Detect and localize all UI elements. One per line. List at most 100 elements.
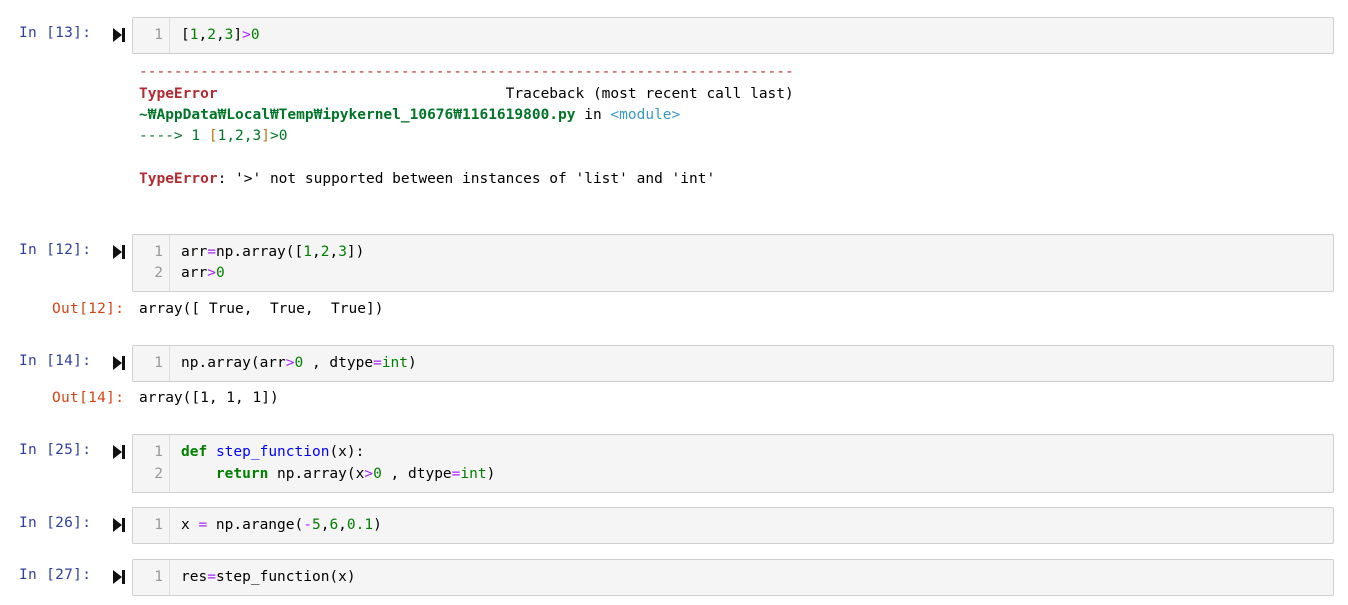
code-token: 1: [217, 128, 227, 144]
code-token: ,: [243, 128, 253, 144]
code-token: 0: [250, 27, 260, 43]
run-cell-icon[interactable]: [112, 569, 126, 585]
run-cell-icon[interactable]: [112, 355, 126, 371]
line-number: 2: [154, 466, 163, 482]
in-word: in: [575, 107, 611, 123]
code-token: =: [207, 244, 216, 260]
code-token: , dtype: [381, 466, 452, 482]
traceback-separator: ----------------------------------------…: [139, 64, 794, 80]
traceback-header: TypeError Traceback (most recent call la…: [139, 84, 794, 105]
code-token: ,: [215, 27, 225, 43]
code-editor[interactable]: 1 np.array(arr>0 , dtype=int): [132, 345, 1334, 382]
code-token: ]: [261, 128, 270, 144]
code-line: [1,2,3]>0: [181, 25, 260, 46]
code-token: res: [181, 569, 208, 585]
traceback-message: TypeError: '>' not supported between ins…: [139, 169, 715, 190]
final-error-name: TypeError: [139, 171, 218, 187]
code-token: 2: [235, 128, 244, 144]
code-editor[interactable]: 1 [1,2,3]>0: [132, 17, 1334, 54]
code-editor[interactable]: 1 arr=np.array([1,2,3]) 2 arr>0: [132, 234, 1334, 292]
code-token: np.array(x: [268, 466, 365, 482]
code-token: ,: [198, 27, 208, 43]
code-token: arr: [181, 265, 208, 281]
input-prompt: In [25]:: [19, 442, 92, 458]
traceback-label: Traceback (most recent call last): [217, 86, 794, 102]
code-token: =: [207, 569, 216, 585]
code-line: def step_function(x):: [181, 442, 364, 463]
code-token: 2: [207, 27, 216, 43]
output-prompt: Out[14]:: [52, 390, 125, 406]
code-token: x: [181, 517, 199, 533]
code-editor[interactable]: 1 x = np.arange(-5,6,0.1): [132, 507, 1334, 544]
code-line: x = np.arange(-5,6,0.1): [181, 515, 382, 536]
line-number: 1: [154, 355, 163, 371]
code-line: arr>0: [181, 263, 225, 284]
code-token: >: [269, 128, 279, 144]
line-number: 2: [154, 265, 163, 281]
error-message: : '>' not supported between instances of…: [217, 171, 716, 187]
code-token: 0: [278, 128, 288, 144]
code-line: res=step_function(x): [181, 567, 356, 588]
code-token: ,: [338, 517, 347, 533]
code-token: ): [408, 355, 417, 371]
code-token: np.array(arr: [181, 355, 286, 371]
cell-output: array([1, 1, 1]): [139, 390, 279, 406]
code-editor[interactable]: 1 def step_function(x): 2 return np.arra…: [132, 434, 1334, 493]
code-token: ): [486, 466, 496, 482]
code-token: >: [285, 355, 295, 371]
code-editor[interactable]: 1 res=step_function(x): [132, 559, 1334, 596]
code-token: =: [198, 517, 208, 533]
code-token: >: [207, 265, 216, 281]
code-token: [: [208, 128, 218, 144]
code-token: def: [181, 444, 208, 460]
code-token: [: [181, 27, 190, 43]
code-token: int: [381, 355, 409, 371]
traceback-arrow-line: ----> 1 [1,2,3]>0: [139, 126, 287, 147]
run-cell-icon[interactable]: [112, 244, 126, 260]
code-token: ,: [226, 128, 236, 144]
code-token: 3: [252, 128, 262, 144]
code-token: 1: [303, 244, 312, 260]
run-cell-icon[interactable]: [112, 27, 126, 43]
output-prompt: Out[12]:: [52, 301, 125, 317]
run-cell-icon[interactable]: [112, 444, 126, 460]
code-token: ,: [329, 244, 339, 260]
input-prompt: In [13]:: [19, 25, 92, 41]
code-token: 0: [373, 466, 382, 482]
input-prompt: In [12]:: [19, 242, 92, 258]
code-token: step_function: [215, 444, 330, 460]
file-path: ~₩AppData₩Local₩Temp₩ipykernel_10676₩116…: [139, 107, 576, 123]
code-token: step_function(x): [215, 569, 356, 585]
cell-output: array([ True, True, True]): [139, 301, 384, 317]
code-token: (x):: [329, 444, 365, 460]
error-name: TypeError: [139, 86, 218, 102]
code-token: ]: [233, 27, 243, 43]
code-token: np.arange(: [207, 517, 304, 533]
code-token: , dtype: [303, 355, 374, 371]
input-prompt: In [14]:: [19, 353, 92, 369]
run-cell-icon[interactable]: [112, 517, 126, 533]
code-token: =: [373, 355, 382, 371]
code-token: ]): [346, 244, 365, 260]
code-token: 3: [338, 244, 347, 260]
code-token: return: [215, 466, 269, 482]
input-prompt: In [27]:: [19, 567, 92, 583]
code-token: 6: [329, 517, 339, 533]
code-line: arr=np.array([1,2,3]): [181, 242, 364, 263]
traceback-location: ~₩AppData₩Local₩Temp₩ipykernel_10676₩116…: [139, 105, 680, 126]
code-token: int: [460, 466, 487, 482]
code-token: arr: [181, 244, 208, 260]
input-prompt: In [26]:: [19, 515, 92, 531]
code-token: np.array([: [215, 244, 304, 260]
code-token: 0.1: [346, 517, 374, 533]
notebook-cell[interactable]: In [13]: 1 [1,2,3]>0 -------------------…: [0, 0, 1348, 230]
module-name: <module>: [610, 107, 681, 123]
code-token: 0: [294, 355, 304, 371]
code-token: >: [364, 466, 374, 482]
line-number: 1: [154, 517, 163, 533]
line-number: 1: [154, 244, 163, 260]
line-number: 1: [154, 569, 163, 585]
code-token: -: [303, 517, 312, 533]
code-token: >: [242, 27, 251, 43]
line-number: 1: [154, 27, 163, 43]
